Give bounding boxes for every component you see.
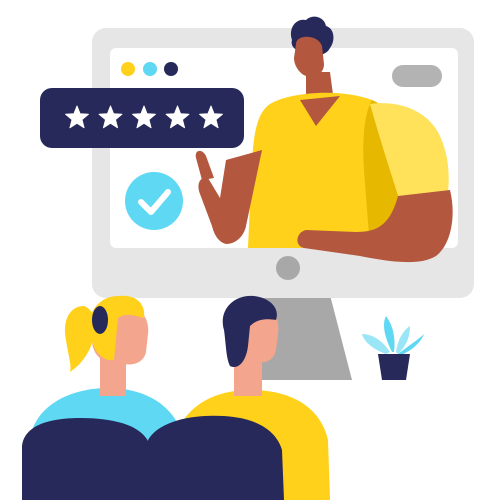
viewer-woman-chair xyxy=(22,418,150,500)
confirmation-badge xyxy=(125,172,183,230)
presenter-head xyxy=(294,36,324,76)
viewer-woman-ponytail xyxy=(64,306,95,372)
plant-pot xyxy=(378,354,410,380)
window-dot-navy xyxy=(164,62,178,76)
window-dot-yellow xyxy=(121,62,135,76)
window-dot-cyan xyxy=(143,62,157,76)
viewer-woman-hair-tie xyxy=(92,306,108,334)
rating-card xyxy=(40,88,244,148)
online-rating-illustration xyxy=(22,16,474,500)
checkmark-circle xyxy=(125,172,183,230)
potted-plant xyxy=(362,316,424,380)
monitor-power-button xyxy=(276,256,300,280)
illustration-canvas xyxy=(0,0,500,500)
plant-leaf-left xyxy=(362,334,390,354)
screen-pill xyxy=(392,65,442,87)
viewer-man-chair xyxy=(146,415,284,500)
